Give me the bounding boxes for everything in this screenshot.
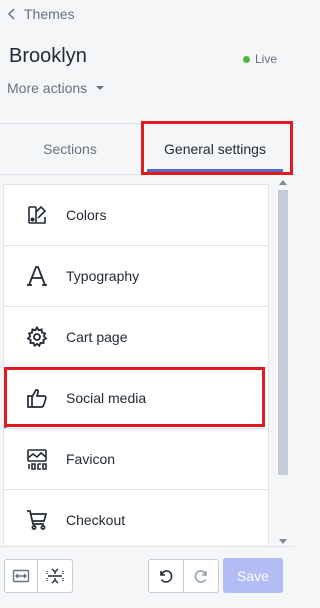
favicon-icon <box>26 448 48 470</box>
collapse-sidebar-button[interactable] <box>37 559 73 593</box>
save-button[interactable]: Save <box>223 558 283 593</box>
tab-sections[interactable]: Sections <box>0 124 140 174</box>
chevron-left-icon <box>7 8 15 20</box>
live-status-label: Live <box>254 52 277 66</box>
more-actions-dropdown[interactable]: More actions <box>7 80 105 96</box>
redo-button[interactable] <box>183 559 219 593</box>
cart-icon <box>26 509 48 531</box>
expand-horizontal-icon <box>12 569 30 583</box>
settings-item-label: Cart page <box>66 329 128 345</box>
settings-item-cart-page[interactable]: Cart page <box>4 307 268 368</box>
undo-icon <box>160 570 173 583</box>
scrollbar-thumb[interactable] <box>278 190 288 475</box>
settings-item-typography[interactable]: Typography <box>4 246 268 307</box>
tab-sections-label: Sections <box>43 141 97 157</box>
collapse-icon <box>46 568 64 584</box>
colors-icon <box>26 204 48 226</box>
caret-down-icon <box>96 86 105 90</box>
settings-item-label: Typography <box>66 268 140 284</box>
scroll-up-arrow-icon[interactable] <box>279 180 287 185</box>
settings-item-label: Favicon <box>66 451 116 467</box>
scroll-down-arrow-icon[interactable] <box>279 539 287 544</box>
back-to-themes-link[interactable]: Themes <box>6 6 75 22</box>
full-width-toggle-button[interactable] <box>4 559 38 593</box>
general-settings-list: Colors Typography Cart page Social media… <box>3 184 269 545</box>
redo-icon <box>194 570 207 583</box>
typography-icon <box>26 265 48 287</box>
undo-button[interactable] <box>148 559 184 593</box>
back-label: Themes <box>24 6 75 22</box>
settings-item-checkout[interactable]: Checkout <box>4 490 268 545</box>
theme-name: Brooklyn <box>9 45 87 67</box>
gear-icon <box>26 326 48 348</box>
settings-item-label: Colors <box>66 207 107 223</box>
highlight-box-social-media <box>4 367 265 427</box>
live-status-badge: Live <box>242 52 277 66</box>
highlight-box-general-settings <box>141 121 293 175</box>
scrollbar[interactable] <box>276 178 290 546</box>
editor-footer: Save <box>0 546 295 608</box>
settings-item-colors[interactable]: Colors <box>4 185 268 246</box>
settings-item-label: Checkout <box>66 512 126 528</box>
settings-item-favicon[interactable]: Favicon <box>4 429 268 490</box>
live-dot-icon <box>242 55 250 63</box>
more-actions-label: More actions <box>7 80 88 96</box>
